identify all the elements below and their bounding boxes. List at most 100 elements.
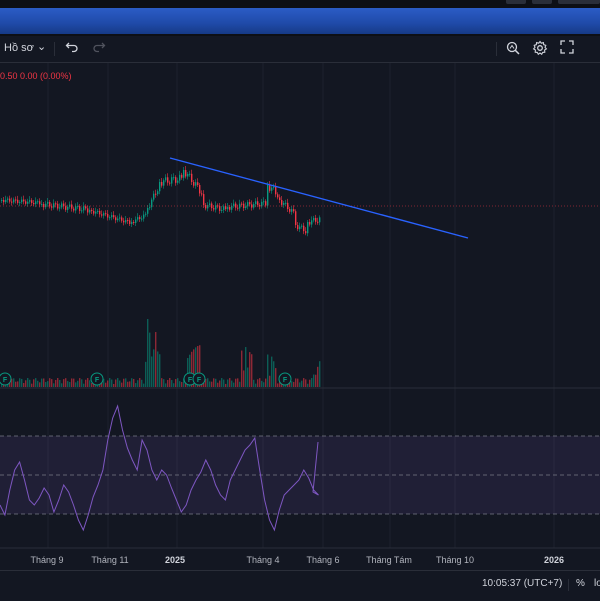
volume-bar xyxy=(293,381,295,387)
volume-bar xyxy=(79,378,81,387)
volume-bar xyxy=(69,382,71,387)
candle-body xyxy=(51,206,53,208)
candle-body xyxy=(93,211,95,214)
volume-bar xyxy=(25,380,27,387)
volume-bar xyxy=(143,383,145,387)
candle-body xyxy=(307,222,309,234)
candle-body xyxy=(277,194,279,198)
candle-body xyxy=(309,222,311,225)
time-axis-label: 2025 xyxy=(165,555,185,565)
candle-body xyxy=(43,204,45,208)
volume-bar xyxy=(15,381,17,387)
volume-bar xyxy=(135,383,137,387)
candle-body xyxy=(179,174,181,181)
candle-body xyxy=(267,185,269,206)
volume-bar xyxy=(235,378,237,387)
volume-bar xyxy=(311,378,313,387)
candle-body xyxy=(177,180,179,183)
candle-body xyxy=(87,208,89,213)
volume-bar xyxy=(223,379,225,387)
price-chart[interactable]: FFFFF Tháng 9 Tháng 11 2025 Tháng 4 Tháng 6T… xyxy=(0,0,600,570)
trend-line xyxy=(169,157,469,239)
candle-body xyxy=(217,205,219,207)
candle-body xyxy=(109,217,111,219)
candle-body xyxy=(115,217,117,221)
volume-bar xyxy=(253,379,255,387)
candle-body xyxy=(285,202,287,204)
candle-body xyxy=(81,210,83,212)
candle-body xyxy=(61,203,63,208)
volume-bar xyxy=(45,382,47,387)
earnings-badge: F xyxy=(0,372,12,386)
volume-bar xyxy=(67,381,69,387)
candle-body xyxy=(89,209,91,213)
earnings-badge-label: F xyxy=(188,377,193,384)
volume-bar xyxy=(307,383,309,387)
candle-body xyxy=(193,181,195,186)
candle-body xyxy=(133,222,135,223)
candle-body xyxy=(69,204,71,207)
volume-bar xyxy=(105,382,107,387)
time-axis-label: Tháng 4 xyxy=(246,555,279,565)
candle-body xyxy=(29,200,31,202)
candle-body xyxy=(289,208,291,212)
candle-body xyxy=(283,202,285,205)
candle-body xyxy=(255,201,257,205)
volume-bar xyxy=(259,378,261,387)
volume-bar xyxy=(227,379,229,387)
log-scale-toggle[interactable]: lo xyxy=(594,578,600,589)
candle-body xyxy=(35,201,37,205)
candle-body xyxy=(13,199,15,203)
candle-body xyxy=(135,219,137,223)
candle-body xyxy=(101,214,103,216)
candle-body xyxy=(107,213,109,218)
volume-bar xyxy=(267,354,269,387)
candle-body xyxy=(167,177,169,183)
candle-body xyxy=(105,213,107,215)
volume-bar xyxy=(75,382,77,387)
volume-bar xyxy=(63,379,65,387)
volume-bar xyxy=(273,361,275,387)
timezone-clock[interactable]: 10:05:37 (UTC+7) xyxy=(482,578,562,589)
candle-body xyxy=(23,199,25,202)
volume-bar xyxy=(257,379,259,387)
candle-body xyxy=(191,173,193,182)
candle-body xyxy=(185,170,187,177)
time-axis-label: Tháng Tám xyxy=(366,555,412,565)
candle-body xyxy=(127,220,129,222)
candle-body xyxy=(259,205,261,207)
candle-body xyxy=(317,221,319,223)
volume-bar xyxy=(157,351,159,387)
candle-body xyxy=(31,200,33,203)
volume-bar xyxy=(301,380,303,387)
candle-body xyxy=(71,204,73,209)
volume-bar xyxy=(77,380,79,387)
candle-body xyxy=(25,201,27,204)
candle-body xyxy=(73,208,75,211)
candle-body xyxy=(1,200,3,201)
candle-body xyxy=(221,209,223,211)
volume-bar xyxy=(261,380,263,387)
candle-body xyxy=(85,206,87,209)
volume-bar xyxy=(251,354,253,387)
candle-body xyxy=(165,177,167,181)
earnings-badge: F xyxy=(90,372,104,386)
volume-bar xyxy=(179,381,181,387)
volume-bar xyxy=(53,383,55,387)
volume-bar xyxy=(33,379,35,387)
candle-body xyxy=(235,203,237,208)
volume-bar xyxy=(29,379,31,387)
candle-body xyxy=(117,218,119,221)
volume-bar xyxy=(207,378,209,387)
volume-bar xyxy=(49,378,51,387)
volume-bar xyxy=(241,350,243,387)
volume-bar xyxy=(41,378,43,387)
earnings-badge: F xyxy=(278,372,292,386)
status-divider xyxy=(568,579,569,591)
candle-body xyxy=(303,225,305,232)
volume-bar xyxy=(169,378,171,387)
volume-bar xyxy=(145,361,147,387)
volume-bar xyxy=(247,367,249,387)
volume-bar xyxy=(171,380,173,387)
percent-scale-toggle[interactable]: % xyxy=(576,578,585,589)
